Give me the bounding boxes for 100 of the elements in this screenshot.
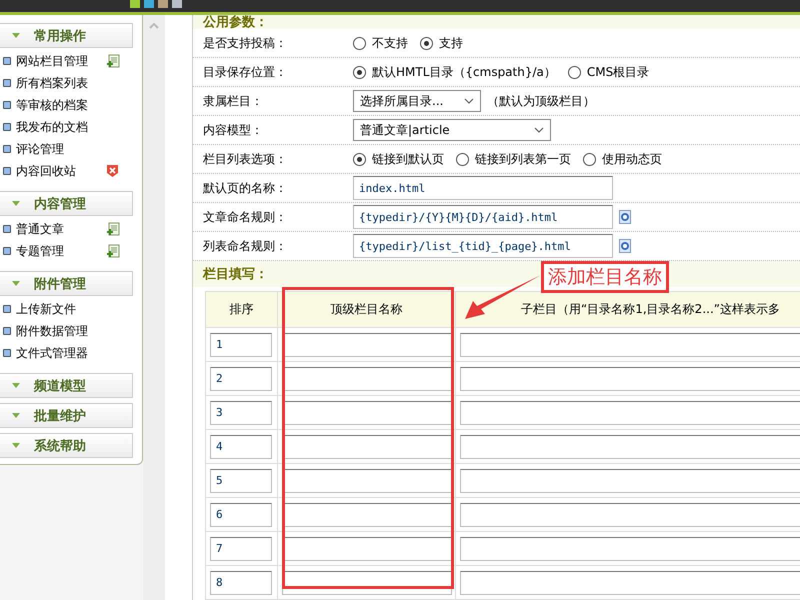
chevron-down-icon bbox=[12, 281, 20, 286]
column-header: 排序 bbox=[206, 292, 278, 328]
sidebar-link[interactable]: 等审核的档案 bbox=[16, 96, 101, 114]
subcategory-field[interactable] bbox=[460, 400, 800, 424]
field-label: 内容模型： bbox=[202, 122, 264, 138]
order-field[interactable]: 2 bbox=[210, 366, 272, 390]
radio-button[interactable] bbox=[353, 152, 366, 166]
radio-button[interactable] bbox=[353, 36, 366, 50]
bullet-icon bbox=[3, 225, 11, 233]
bullet-icon bbox=[3, 349, 11, 357]
sidebar-link[interactable]: 评论管理 bbox=[16, 140, 101, 158]
bullet-icon bbox=[3, 247, 11, 255]
order-field[interactable]: 5 bbox=[210, 468, 272, 492]
order-field[interactable]: 8 bbox=[210, 570, 272, 594]
column-header: 子栏目（用“目录名称1,目录名称2...”这样表示多 bbox=[456, 292, 800, 328]
add-document-icon[interactable] bbox=[106, 244, 120, 258]
order-field[interactable]: 6 bbox=[210, 502, 272, 526]
chevron-down-icon bbox=[12, 201, 20, 206]
sidebar-link[interactable]: 专题管理 bbox=[16, 242, 101, 260]
text-field[interactable]: index.html bbox=[353, 176, 613, 200]
name-field[interactable] bbox=[282, 434, 452, 458]
name-field[interactable] bbox=[282, 468, 452, 492]
field-label: 栏目列表选项： bbox=[202, 150, 288, 168]
section-title: 公用参数： bbox=[193, 15, 800, 29]
sidebar-link[interactable]: 内容回收站 bbox=[16, 162, 101, 180]
field-label: 目录保存位置： bbox=[202, 64, 288, 80]
order-field[interactable]: 3 bbox=[210, 400, 272, 424]
sidebar-link[interactable]: 普通文章 bbox=[16, 220, 101, 238]
column-header: 顶级栏目名称 bbox=[278, 292, 456, 328]
sidebar-link[interactable]: 文件式管理器 bbox=[16, 344, 101, 362]
chevron-down-icon bbox=[12, 33, 20, 38]
radio-button[interactable] bbox=[568, 66, 581, 78]
sidebar-group-header[interactable]: 常用操作 bbox=[0, 23, 133, 48]
bullet-icon bbox=[3, 145, 11, 153]
chevron-down-icon bbox=[464, 98, 474, 104]
radio-label: CMS根目录 bbox=[586, 64, 650, 80]
sidebar-link[interactable]: 上传新文件 bbox=[16, 300, 101, 318]
help-icon[interactable] bbox=[619, 239, 631, 253]
radio-button[interactable] bbox=[353, 66, 366, 78]
bullet-icon bbox=[3, 305, 11, 313]
sidebar-link[interactable]: 附件数据管理 bbox=[16, 322, 101, 340]
text-field[interactable]: {typedir}/{Y}{M}{D}/{aid}.html bbox=[353, 205, 613, 229]
subcategory-field[interactable] bbox=[460, 536, 800, 560]
sidebar-group-header[interactable]: 附件管理 bbox=[0, 271, 133, 296]
name-field[interactable] bbox=[282, 332, 452, 356]
order-field[interactable]: 1 bbox=[210, 332, 272, 356]
sidebar-link[interactable]: 网站栏目管理 bbox=[16, 52, 101, 70]
sidebar-link[interactable]: 我发布的文档 bbox=[16, 118, 101, 136]
name-field[interactable] bbox=[282, 400, 452, 424]
bullet-icon bbox=[3, 167, 11, 175]
subcategory-field[interactable] bbox=[460, 434, 800, 458]
subcategory-field[interactable] bbox=[460, 502, 800, 526]
sidebar-group-header[interactable]: 系统帮助 bbox=[0, 433, 133, 458]
radio-label: 不支持 bbox=[372, 34, 408, 52]
add-document-icon[interactable] bbox=[106, 54, 120, 68]
chevron-down-icon bbox=[12, 413, 20, 418]
name-field[interactable] bbox=[282, 502, 452, 526]
sidebar-group-header[interactable]: 频道模型 bbox=[0, 373, 133, 398]
subcategory-field[interactable] bbox=[460, 366, 800, 390]
chevron-down-icon bbox=[534, 127, 544, 133]
field-label: 默认页的名称： bbox=[202, 180, 288, 196]
text-field[interactable]: {typedir}/list_{tid}_{page}.html bbox=[353, 234, 613, 258]
order-field[interactable]: 4 bbox=[210, 434, 272, 458]
add-document-icon[interactable] bbox=[106, 222, 120, 236]
subcategory-field[interactable] bbox=[460, 570, 800, 594]
theme-swatch[interactable] bbox=[172, 0, 182, 8]
name-field[interactable] bbox=[282, 536, 452, 560]
sidebar-link[interactable]: 所有档案列表 bbox=[16, 74, 101, 92]
theme-swatch[interactable] bbox=[158, 0, 168, 8]
bullet-icon bbox=[3, 123, 11, 131]
radio-label: 链接到默认页 bbox=[372, 150, 444, 168]
bullet-icon bbox=[3, 79, 11, 87]
radio-button[interactable] bbox=[583, 152, 596, 166]
theme-swatch[interactable] bbox=[130, 0, 140, 8]
radio-label: 使用动态页 bbox=[602, 150, 662, 168]
sidebar-group-header[interactable]: 内容管理 bbox=[0, 191, 133, 216]
radio-label: 默认HMTL目录（{cmspath}/a） bbox=[372, 64, 556, 80]
select-field[interactable]: 普通文章|article bbox=[353, 119, 551, 141]
bullet-icon bbox=[3, 101, 11, 109]
field-label: 是否支持投稿： bbox=[202, 34, 288, 52]
subcategory-field[interactable] bbox=[460, 468, 800, 492]
chevron-down-icon bbox=[12, 383, 20, 388]
help-icon[interactable] bbox=[619, 210, 631, 224]
field-label: 列表命名规则： bbox=[202, 238, 288, 254]
field-label: 文章命名规则： bbox=[202, 208, 288, 226]
radio-button[interactable] bbox=[420, 36, 433, 50]
theme-swatch[interactable] bbox=[144, 0, 154, 8]
subcategory-field[interactable] bbox=[460, 332, 800, 356]
sidebar-group-header[interactable]: 批量维护 bbox=[0, 403, 133, 428]
select-field[interactable]: 选择所属目录... bbox=[353, 90, 481, 112]
radio-label: 链接到列表第一页 bbox=[475, 150, 571, 168]
chevron-down-icon bbox=[12, 443, 20, 448]
radio-button[interactable] bbox=[456, 152, 469, 166]
radio-label: 支持 bbox=[439, 34, 463, 52]
name-field[interactable] bbox=[282, 366, 452, 390]
field-label: 隶属栏目： bbox=[202, 92, 264, 110]
delete-icon[interactable] bbox=[106, 164, 119, 178]
annotation-label: 添加栏目名称 bbox=[541, 261, 669, 293]
order-field[interactable]: 7 bbox=[210, 536, 272, 560]
select-note: （默认为顶级栏目） bbox=[487, 92, 595, 110]
